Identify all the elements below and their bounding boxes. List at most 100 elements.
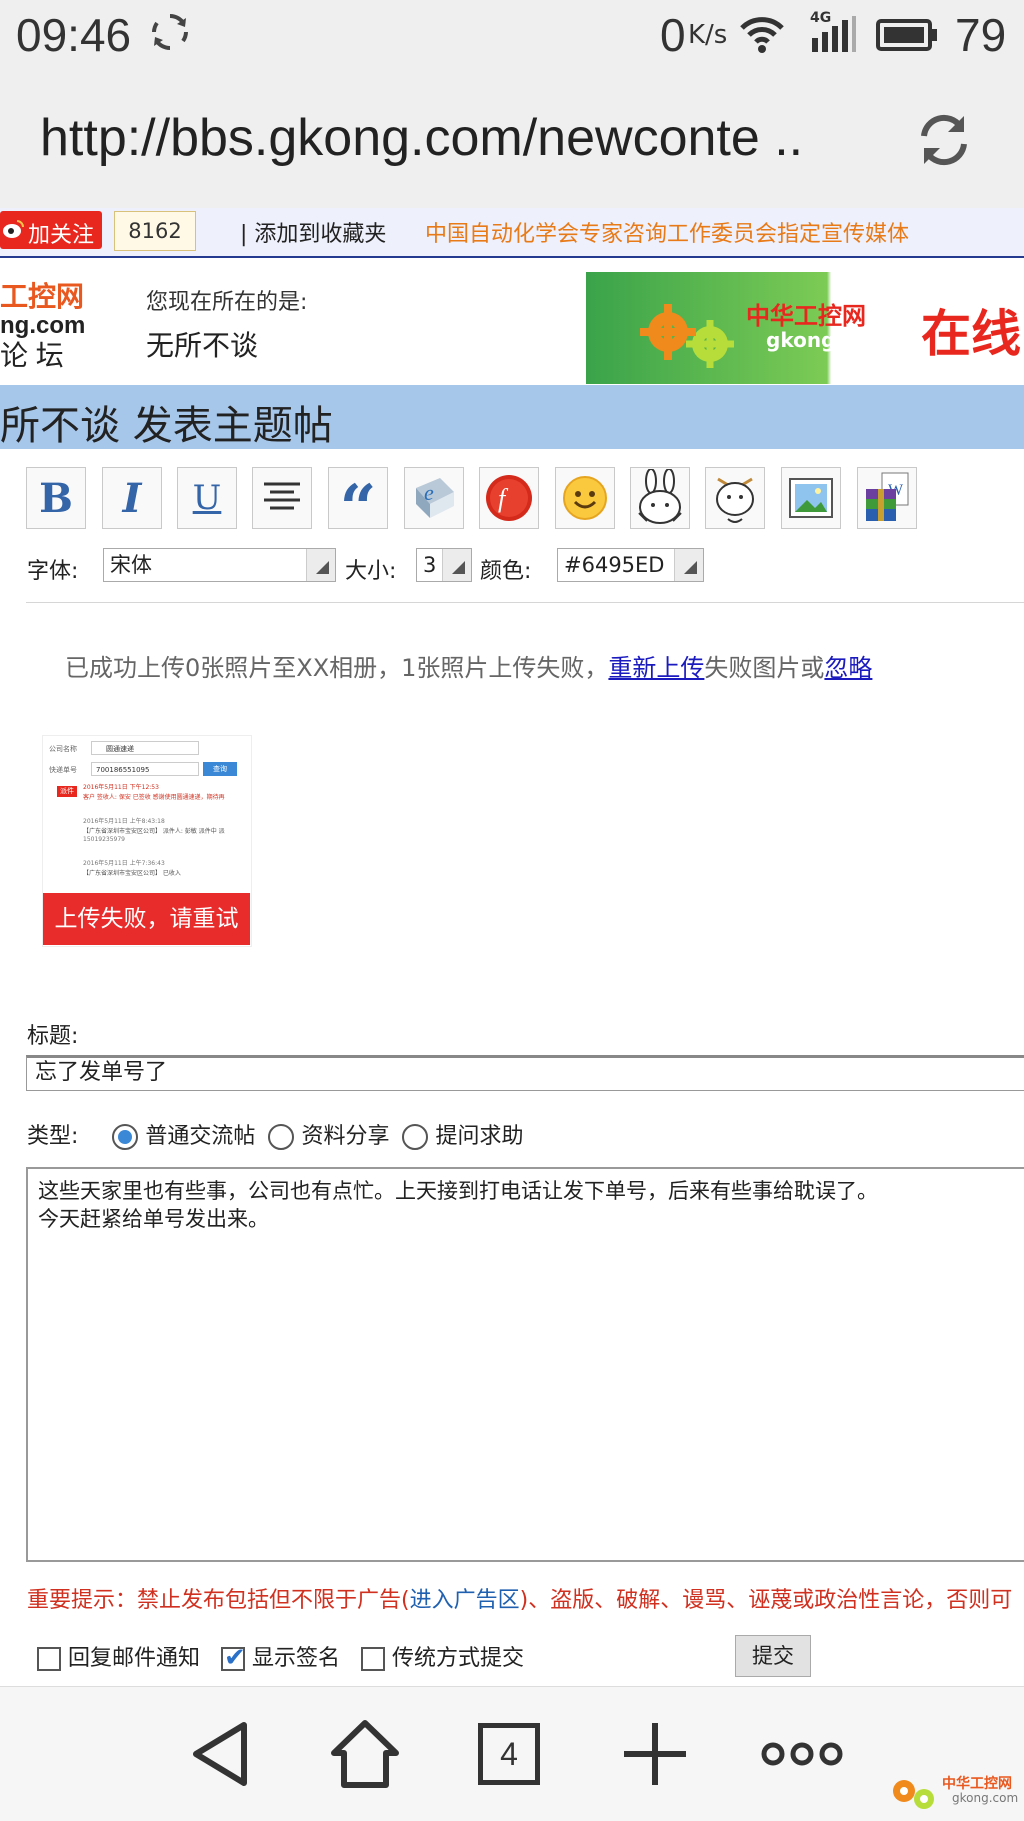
option-label[interactable]: 传统方式提交	[392, 1646, 524, 1671]
svg-text:e: e	[424, 480, 434, 505]
thumb-entry2-time: 2016年5月11日 上午7:36:43	[83, 858, 165, 867]
clock: 09:46	[16, 8, 131, 62]
rabbit-icon	[633, 469, 687, 527]
thumb-row2-label: 快递单号	[49, 765, 77, 775]
more-menu-icon[interactable]	[760, 1741, 844, 1771]
bold-button[interactable]: B	[26, 467, 86, 529]
ad-banner[interactable]: 中华工控网 gkong.com 在线	[586, 272, 1024, 384]
smiley-icon	[561, 474, 609, 522]
weibo-icon	[2, 218, 24, 246]
type-option-label[interactable]: 资料分享	[301, 1124, 389, 1149]
size-select[interactable]: 3	[416, 548, 472, 582]
location-label: 您现在所在的是:	[146, 284, 307, 316]
thumb-entry1-time: 2016年5月11日 上午8:43:18	[83, 816, 165, 825]
post-body-textarea[interactable]: 这些天家里也有些事，公司也有点忙。上天接到打电话让发下单号，后来有些事给耽误了。…	[26, 1167, 1024, 1562]
reply-email-checkbox[interactable]	[37, 1647, 61, 1671]
site-logo[interactable]: 工控网 ng.com 论 坛	[0, 282, 90, 374]
color-value: #6495ED	[564, 553, 664, 577]
ad-area-link[interactable]: 进入广告区	[410, 1588, 520, 1613]
dropdown-arrow-icon	[674, 549, 703, 581]
home-icon[interactable]	[330, 1719, 400, 1793]
browser-bottom-nav: 4 中华工控网 gkong.com	[0, 1686, 1024, 1821]
radio-general-post[interactable]	[112, 1124, 138, 1150]
wifi-icon	[738, 14, 786, 58]
refresh-icon[interactable]	[912, 108, 976, 176]
thumb-row1-label: 公司名称	[49, 744, 77, 754]
size-label: 大小:	[345, 553, 396, 585]
watermark-domain: gkong.com	[952, 1791, 1018, 1805]
tabs-button[interactable]: 4	[478, 1723, 540, 1785]
type-option-label[interactable]: 普通交流帖	[145, 1124, 255, 1149]
gear-icon	[634, 294, 744, 378]
thumb-query-button: 查询	[203, 762, 237, 776]
posting-warning: 重要提示：禁止发布包括但不限于广告(进入广告区)、盗版、破解、谩骂、诬蔑或政治性…	[27, 1582, 1012, 1614]
location-info: 您现在所在的是: 无所不谈	[146, 284, 307, 364]
notice-text: 已成功上传0张照片至XX相册，1张照片上传失败，	[65, 654, 608, 682]
banner-tag: 在线	[921, 294, 1021, 366]
retry-upload-link[interactable]: 重新上传	[608, 654, 704, 682]
add-favorite-link[interactable]: | 添加到收藏夹	[240, 216, 386, 248]
flash-icon: f	[484, 473, 534, 523]
location-value[interactable]: 无所不谈	[146, 324, 307, 364]
underline-button[interactable]: U	[177, 467, 237, 529]
thumb-row1-value: 圆通速递	[91, 741, 199, 755]
option-label[interactable]: 回复邮件通知	[68, 1646, 200, 1671]
thumb-row2-value: 700186551095	[91, 762, 199, 776]
emoticon-set-button[interactable]	[630, 467, 690, 529]
follow-label: 加关注	[28, 217, 94, 249]
back-icon[interactable]	[190, 1721, 250, 1791]
banner-domain: gkong.com	[766, 328, 889, 352]
thumb-entry1-text: 【广东省深圳市宝安区公司】 派件人: 彭敏 派件中 派	[83, 826, 225, 835]
link-button[interactable]: e	[404, 467, 464, 529]
type-option-label[interactable]: 提问求助	[435, 1124, 523, 1149]
italic-button[interactable]: I	[102, 467, 162, 529]
type-label: 类型:	[27, 1124, 78, 1149]
ignore-link[interactable]: 忽略	[824, 654, 872, 682]
upload-notice: 已成功上传0张照片至XX相册，1张照片上传失败，重新上传失败图片或忽略	[65, 648, 872, 683]
show-signature-checkbox[interactable]	[221, 1647, 245, 1671]
radio-resource-share[interactable]	[268, 1124, 294, 1150]
dropdown-arrow-icon	[442, 549, 471, 581]
submit-button[interactable]: 提交	[735, 1635, 811, 1677]
flash-button[interactable]: f	[479, 467, 539, 529]
quote-button[interactable]: “	[328, 467, 388, 529]
sync-icon	[148, 10, 192, 58]
thumb-status-line1: 2016年5月11日 下午12:53	[83, 782, 159, 791]
watermark-gear-icon	[888, 1771, 940, 1819]
top-strip: 加关注 8162 | 添加到收藏夹 中国自动化学会专家咨询工作委员会指定宣传媒体	[0, 208, 1024, 258]
net-speed: 0	[660, 8, 686, 62]
image-button[interactable]	[781, 467, 841, 529]
classic-submit-checkbox[interactable]	[361, 1647, 385, 1671]
size-value: 3	[423, 553, 436, 577]
browser-address-bar[interactable]: http://bbs.gkong.com/newconte ..	[0, 70, 1024, 208]
subject-input[interactable]: 忘了发单号了	[26, 1055, 1024, 1091]
font-label: 字体:	[27, 553, 78, 585]
emoji-button[interactable]	[555, 467, 615, 529]
url-text[interactable]: http://bbs.gkong.com/newconte ..	[40, 108, 803, 168]
net-speed-unit: K/s	[688, 20, 727, 50]
page-title-bar: 所不谈 发表主题帖	[0, 385, 1024, 449]
underline-glyph: U	[193, 478, 222, 518]
status-bar: 09:46 0 K/s 4G 79	[0, 0, 1024, 70]
divider	[26, 602, 1024, 603]
logo-line2: ng.com	[0, 312, 90, 340]
post-options: 回复邮件通知 显示签名 传统方式提交	[37, 1640, 524, 1672]
upload-failed-retry-banner[interactable]: 上传失败，请重试	[43, 893, 250, 945]
warning-text-suffix: )、盗版、破解、谩骂、诬蔑或政治性言论，否则可	[520, 1588, 1013, 1613]
signal-icon	[808, 14, 858, 58]
follow-button[interactable]: 加关注	[0, 211, 102, 249]
option-label[interactable]: 显示签名	[252, 1646, 340, 1671]
attachment-button[interactable]: W	[857, 467, 917, 529]
thumb-entry2-text: 【广东省深圳市宝安区公司】 已收入	[83, 868, 181, 877]
battery-icon	[876, 18, 938, 56]
dropdown-arrow-icon	[306, 549, 335, 581]
align-button[interactable]	[252, 467, 312, 529]
radio-question[interactable]	[402, 1124, 428, 1150]
color-select[interactable]: #6495ED	[557, 548, 704, 582]
emoticon-set2-button[interactable]	[705, 467, 765, 529]
image-icon	[787, 476, 835, 520]
quote-glyph: “	[340, 477, 377, 541]
new-tab-icon[interactable]	[622, 1721, 688, 1791]
cartoon-icon	[708, 469, 762, 527]
font-select[interactable]: 宋体	[103, 548, 336, 582]
